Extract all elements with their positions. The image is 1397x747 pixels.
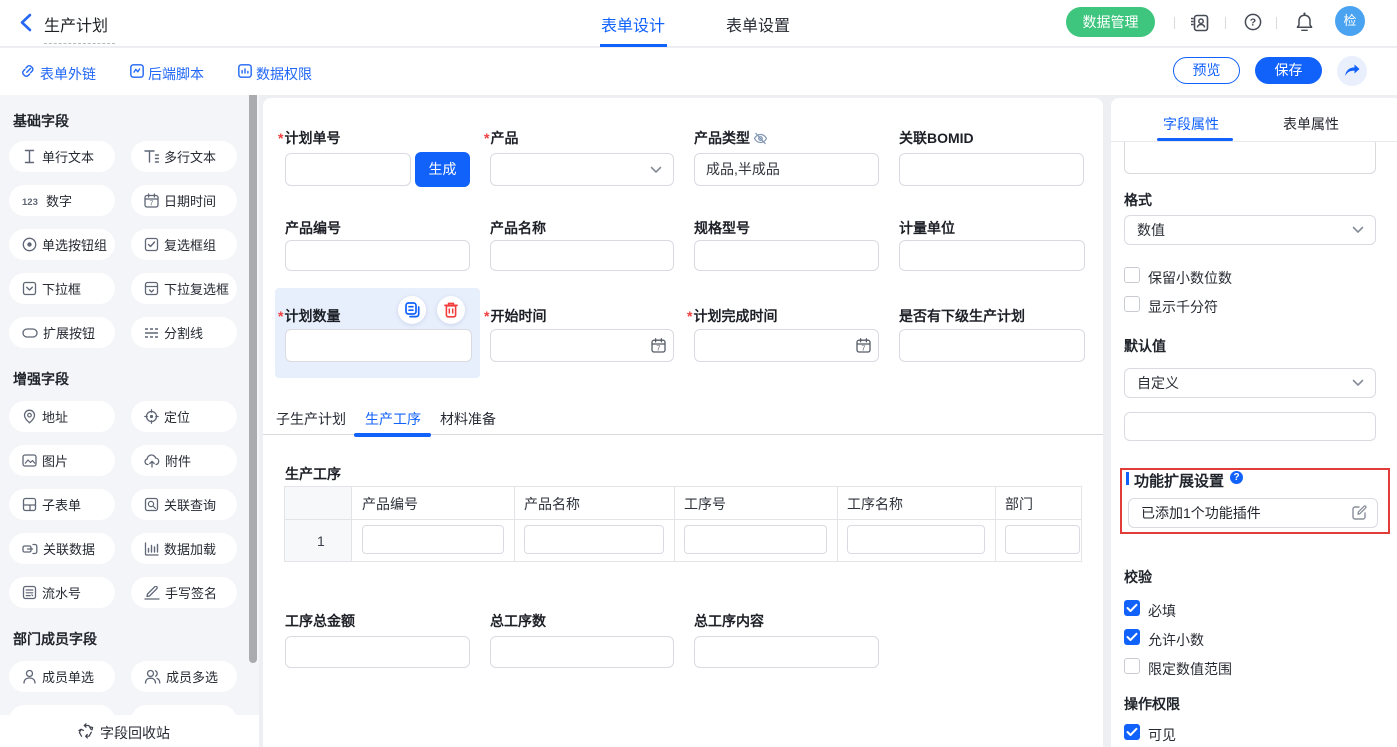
svg-text:7: 7: [150, 201, 154, 208]
svg-text:?: ?: [1250, 17, 1256, 29]
svg-text:7: 7: [656, 343, 660, 352]
svg-text:7: 7: [861, 343, 865, 352]
svg-text:123: 123: [22, 197, 38, 207]
